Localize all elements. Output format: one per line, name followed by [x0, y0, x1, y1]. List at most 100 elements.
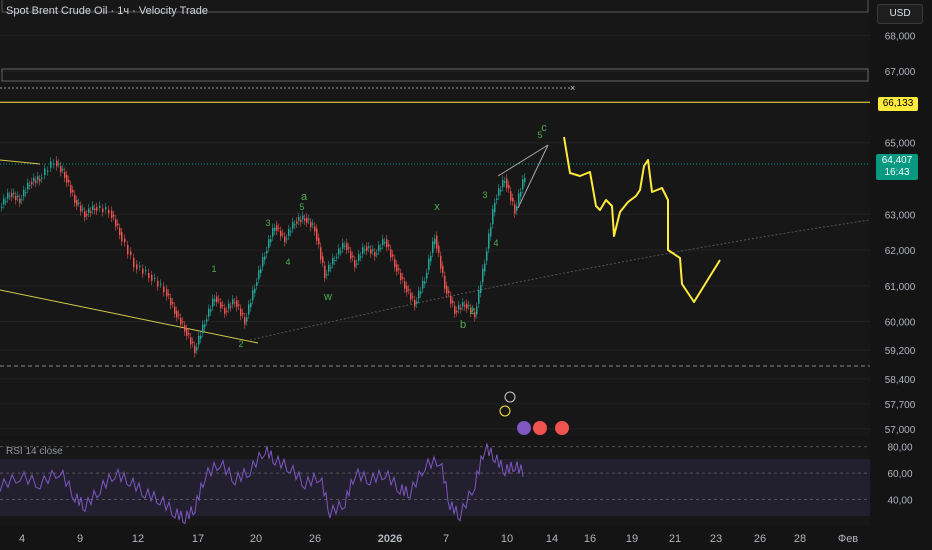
- candle: [486, 251, 488, 261]
- candle: [328, 265, 330, 272]
- candle: [218, 299, 220, 301]
- candle: [434, 238, 436, 245]
- price-tick-label: 57,000: [885, 425, 916, 436]
- candle: [121, 232, 123, 242]
- price-level-tag: 66,133: [878, 97, 918, 111]
- chart-title: Spot Brent Crude Oil · 1ч · Velocity Tra…: [6, 5, 208, 17]
- candle: [376, 253, 378, 255]
- candle: [346, 242, 348, 251]
- candle: [252, 290, 254, 301]
- candle: [56, 160, 58, 167]
- candle: [352, 255, 354, 258]
- candle: [416, 301, 418, 304]
- candle: [364, 249, 366, 251]
- candle: [336, 257, 338, 259]
- candle: [53, 163, 55, 165]
- candle: [400, 272, 402, 281]
- candle: [92, 205, 94, 210]
- price-chart[interactable]: 68,000 67,000 65,000 63,000 62,000 61,000 60,0…: [0, 0, 932, 550]
- x-tick-label: 16: [584, 533, 596, 545]
- candle: [117, 223, 119, 225]
- candle: [404, 281, 406, 289]
- candle: [320, 247, 322, 260]
- countdown: 16:43: [884, 167, 910, 178]
- candle: [248, 304, 250, 315]
- candle: [402, 277, 404, 279]
- candle: [520, 192, 522, 197]
- price-tick-label: 57,700: [885, 400, 916, 411]
- x-tick-label: Фев: [838, 533, 858, 545]
- candle: [15, 195, 17, 200]
- candle: [326, 274, 328, 276]
- candle: [216, 296, 218, 303]
- candle: [378, 245, 380, 251]
- candle: [33, 177, 35, 182]
- candle: [430, 255, 432, 262]
- candle: [182, 321, 184, 323]
- candle: [130, 251, 132, 256]
- candle: [242, 312, 244, 315]
- candle: [246, 317, 248, 322]
- candle: [448, 290, 450, 293]
- candle: [212, 298, 214, 307]
- candle: [202, 324, 204, 334]
- candle: [262, 257, 264, 267]
- candle: [196, 347, 198, 351]
- rsi-label: RSI 14 close: [6, 446, 63, 457]
- candle: [99, 205, 101, 208]
- candle: [446, 285, 448, 294]
- candle: [39, 179, 41, 182]
- candle: [190, 337, 192, 345]
- candle: [362, 247, 364, 254]
- candle: [482, 268, 484, 283]
- candle: [288, 229, 290, 236]
- price-tick-label: 59,200: [885, 346, 916, 357]
- rsi-band: [0, 459, 870, 516]
- candle: [296, 221, 298, 224]
- candle: [360, 256, 362, 258]
- candle: [108, 209, 110, 214]
- candle: [37, 176, 39, 180]
- candle: [508, 184, 510, 189]
- candle: [270, 239, 272, 243]
- candle: [94, 208, 96, 210]
- candle: [274, 227, 276, 231]
- wave-label: 1: [211, 264, 216, 274]
- candle: [432, 241, 434, 253]
- candle: [458, 305, 460, 310]
- candle: [254, 288, 256, 293]
- rsi-tick-label: 80,00: [887, 443, 912, 454]
- candle: [172, 302, 174, 304]
- currency-button[interactable]: USD: [877, 4, 923, 24]
- candle: [160, 283, 162, 285]
- candle: [398, 268, 400, 271]
- candle: [168, 293, 170, 296]
- candle: [444, 275, 446, 289]
- candle: [340, 251, 342, 253]
- flag-icon: [533, 421, 547, 435]
- candle: [111, 210, 113, 218]
- candle: [72, 189, 74, 193]
- candle: [396, 264, 398, 272]
- candle: [410, 292, 412, 300]
- price-tick-label: 61,000: [885, 282, 916, 293]
- wave-label: b: [460, 319, 466, 331]
- candle: [260, 269, 262, 273]
- candle: [105, 207, 107, 210]
- candle: [244, 317, 246, 325]
- candle: [232, 299, 234, 305]
- price-tick-label: 65,000: [885, 139, 916, 150]
- candle: [488, 233, 490, 249]
- candle: [298, 217, 300, 221]
- candle: [151, 275, 153, 281]
- candle: [90, 211, 92, 213]
- wave-label: c: [541, 122, 547, 134]
- candle: [334, 260, 336, 262]
- candle: [11, 192, 13, 198]
- candle: [426, 272, 428, 279]
- candle: [186, 328, 188, 336]
- candle: [338, 248, 340, 255]
- candle: [133, 257, 135, 268]
- candle: [322, 256, 324, 263]
- wave-label: 2: [469, 306, 474, 316]
